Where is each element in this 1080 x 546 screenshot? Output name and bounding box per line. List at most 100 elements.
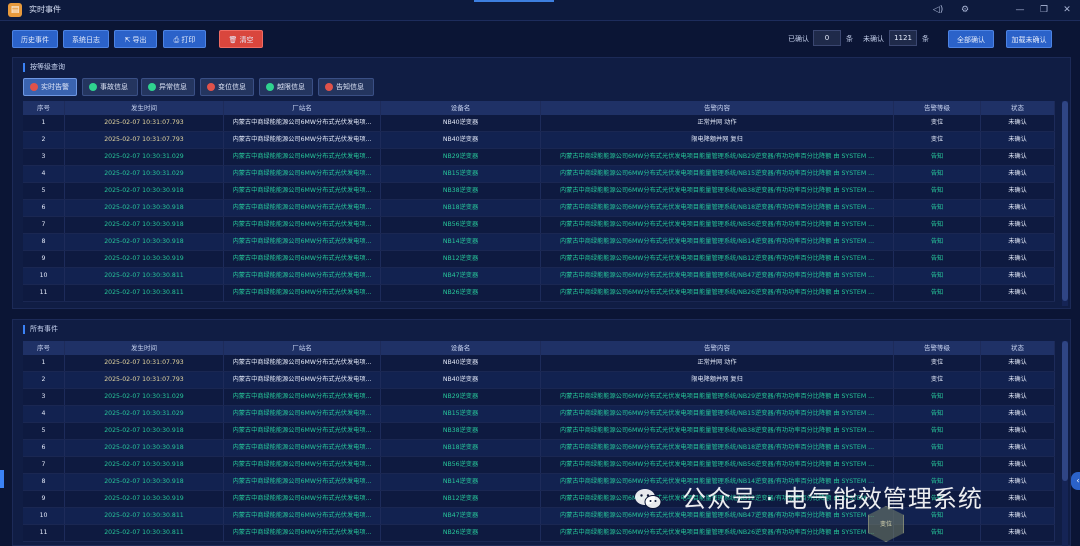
level-filter-button[interactable]: 告知信息 <box>318 78 374 96</box>
history-events-button[interactable]: 历史事件 <box>12 30 58 48</box>
cell-level: 告知 <box>894 217 981 233</box>
cell-station: 内蒙古中商绿能能源公司6MW分布式光伏发电项... <box>224 200 381 216</box>
column-header-status[interactable]: 状态 <box>981 341 1055 355</box>
column-header-level[interactable]: 告警等级 <box>894 341 981 355</box>
column-header-status[interactable]: 状态 <box>981 101 1055 115</box>
cell-station: 内蒙古中商绿能能源公司6MW分布式光伏发电项... <box>224 423 381 439</box>
collapse-chevron-icon[interactable]: ‹ <box>1071 472 1080 490</box>
load-unconfirmed-button[interactable]: 加载未确认 <box>1006 30 1052 48</box>
cell-no: 1 <box>23 355 65 371</box>
column-header-time[interactable]: 发生时间 <box>65 101 224 115</box>
cell-station: 内蒙古中商绿能能源公司6MW分布式光伏发电项... <box>224 355 381 371</box>
column-header-station[interactable]: 厂站名 <box>224 341 381 355</box>
level-filter-button[interactable]: 事故信息 <box>82 78 138 96</box>
cell-device: NB29逆变器 <box>381 149 541 165</box>
cell-level: 告知 <box>894 149 981 165</box>
cell-content: 内蒙古中商绿能能源公司6MW分布式光伏发电项目能量管理系统/NB29逆变器/有功… <box>541 389 894 405</box>
cell-device: NB56逆变器 <box>381 457 541 473</box>
table-row[interactable]: 7 2025-02-07 10:30:30.918 内蒙古中商绿能能源公司6MW分布… <box>23 457 1055 474</box>
table-row[interactable]: 10 2025-02-07 10:30:30.811 内蒙古中商绿能能源公司6MW分… <box>23 268 1055 285</box>
table-header: 序号 发生时间 厂站名 设备名 告警内容 告警等级 状态 <box>23 101 1055 115</box>
table-row[interactable]: 6 2025-02-07 10:30:30.918 内蒙古中商绿能能源公司6MW分布… <box>23 200 1055 217</box>
column-header-no[interactable]: 序号 <box>23 101 65 115</box>
column-header-device[interactable]: 设备名 <box>381 341 541 355</box>
table-row[interactable]: 1 2025-02-07 10:31:07.793 内蒙古中商绿能能源公司6MW分布… <box>23 355 1055 372</box>
cell-device: NB15逆变器 <box>381 406 541 422</box>
level-filter-button[interactable]: 变位信息 <box>200 78 254 96</box>
settings-gear-icon[interactable]: ⚙ <box>957 3 973 17</box>
table-row[interactable]: 4 2025-02-07 10:30:31.029 内蒙古中商绿能能源公司6MW分布… <box>23 166 1055 183</box>
print-button[interactable]: ⎙ 打印 <box>163 30 206 48</box>
column-header-no[interactable]: 序号 <box>23 341 65 355</box>
cell-status: 未确认 <box>981 200 1055 216</box>
cell-station: 内蒙古中商绿能能源公司6MW分布式光伏发电项... <box>224 508 381 524</box>
confirm-all-button[interactable]: 全部确认 <box>948 30 994 48</box>
column-header-station[interactable]: 厂站名 <box>224 101 381 115</box>
column-header-device[interactable]: 设备名 <box>381 101 541 115</box>
cell-status: 未确认 <box>981 115 1055 131</box>
table-row[interactable]: 11 2025-02-07 10:30:30.811 内蒙古中商绿能能源公司6MW分… <box>23 285 1055 302</box>
system-log-button[interactable]: 系统日志 <box>63 30 109 48</box>
level-filter-label: 告知信息 <box>336 83 364 91</box>
table-row[interactable]: 4 2025-02-07 10:30:31.029 内蒙古中商绿能能源公司6MW分布… <box>23 406 1055 423</box>
table-row[interactable]: 9 2025-02-07 10:30:30.919 内蒙古中商绿能能源公司6MW分布… <box>23 251 1055 268</box>
cell-device: NB26逆变器 <box>381 285 541 301</box>
table-row[interactable]: 8 2025-02-07 10:30:30.918 内蒙古中商绿能能源公司6MW分布… <box>23 234 1055 251</box>
cell-level: 告知 <box>894 406 981 422</box>
speaker-icon[interactable]: ◁) <box>930 3 946 17</box>
table-row[interactable]: 6 2025-02-07 10:30:30.918 内蒙古中商绿能能源公司6MW分布… <box>23 440 1055 457</box>
clear-label: 清空 <box>239 36 254 44</box>
column-header-content[interactable]: 告警内容 <box>541 341 894 355</box>
cell-status: 未确认 <box>981 457 1055 473</box>
table-row[interactable]: 3 2025-02-07 10:30:31.029 内蒙古中商绿能能源公司6MW分布… <box>23 389 1055 406</box>
table-header: 序号 发生时间 厂站名 设备名 告警内容 告警等级 状态 <box>23 341 1055 355</box>
minimize-icon[interactable]: — <box>1012 3 1028 17</box>
cell-time: 2025-02-07 10:30:30.918 <box>65 183 224 199</box>
cell-level: 告知 <box>894 440 981 456</box>
cell-device: NB40逆变器 <box>381 115 541 131</box>
table-row[interactable]: 1 2025-02-07 10:31:07.793 内蒙古中商绿能能源公司6MW分布… <box>23 115 1055 132</box>
cell-status: 未确认 <box>981 440 1055 456</box>
cell-status: 未确认 <box>981 234 1055 250</box>
restore-icon[interactable]: ❐ <box>1036 3 1052 17</box>
cell-time: 2025-02-07 10:30:30.918 <box>65 474 224 490</box>
clear-button[interactable]: 🗑 清空 <box>219 30 263 48</box>
level-filter-button[interactable]: 异常信息 <box>141 78 195 96</box>
cell-station: 内蒙古中商绿能能源公司6MW分布式光伏发电项... <box>224 474 381 490</box>
cell-station: 内蒙古中商绿能能源公司6MW分布式光伏发电项... <box>224 149 381 165</box>
side-drawer-handle[interactable] <box>0 470 4 488</box>
level-filter-button[interactable]: 实时告警 <box>23 78 77 96</box>
scrollbar-thumb-bottom[interactable] <box>1062 341 1068 481</box>
close-icon[interactable]: ✕ <box>1059 3 1075 17</box>
status-dot-icon <box>148 83 156 91</box>
cell-station: 内蒙古中商绿能能源公司6MW分布式光伏发电项... <box>224 166 381 182</box>
level-filter-button[interactable]: 越限信息 <box>259 78 313 96</box>
scrollbar-thumb-top[interactable] <box>1062 101 1068 301</box>
table-row[interactable]: 5 2025-02-07 10:30:30.918 内蒙古中商绿能能源公司6MW分布… <box>23 183 1055 200</box>
cell-level: 告知 <box>894 389 981 405</box>
cell-station: 内蒙古中商绿能能源公司6MW分布式光伏发电项... <box>224 285 381 301</box>
cell-no: 8 <box>23 474 65 490</box>
events-table-top: 序号 发生时间 厂站名 设备名 告警内容 告警等级 状态 1 2025-02-07 10:31:… <box>23 101 1055 306</box>
column-header-level[interactable]: 告警等级 <box>894 101 981 115</box>
cell-level: 告知 <box>894 166 981 182</box>
table-row[interactable]: 2 2025-02-07 10:31:07.793 内蒙古中商绿能能源公司6MW分布… <box>23 132 1055 149</box>
cell-status: 未确认 <box>981 525 1055 541</box>
table-row[interactable]: 7 2025-02-07 10:30:30.918 内蒙古中商绿能能源公司6MW分布… <box>23 217 1055 234</box>
cell-station: 内蒙古中商绿能能源公司6MW分布式光伏发电项... <box>224 217 381 233</box>
cell-station: 内蒙古中商绿能能源公司6MW分布式光伏发电项... <box>224 115 381 131</box>
column-header-content[interactable]: 告警内容 <box>541 101 894 115</box>
table-row[interactable]: 3 2025-02-07 10:30:31.029 内蒙古中商绿能能源公司6MW分布… <box>23 149 1055 166</box>
column-header-time[interactable]: 发生时间 <box>65 341 224 355</box>
cell-time: 2025-02-07 10:30:30.811 <box>65 508 224 524</box>
level-filter-label: 实时告警 <box>41 83 69 91</box>
export-button[interactable]: ⇱ 导出 <box>114 30 157 48</box>
scrollbar-top[interactable] <box>1062 101 1068 306</box>
table-row[interactable]: 5 2025-02-07 10:30:30.918 内蒙古中商绿能能源公司6MW分布… <box>23 423 1055 440</box>
status-dot-icon <box>266 83 274 91</box>
cell-status: 未确认 <box>981 132 1055 148</box>
cell-device: NB38逆变器 <box>381 183 541 199</box>
scrollbar-bottom[interactable] <box>1062 341 1068 546</box>
cell-content: 内蒙古中商绿能能源公司6MW分布式光伏发电项目能量管理系统/NB29逆变器/有功… <box>541 149 894 165</box>
table-row[interactable]: 2 2025-02-07 10:31:07.793 内蒙古中商绿能能源公司6MW分布… <box>23 372 1055 389</box>
